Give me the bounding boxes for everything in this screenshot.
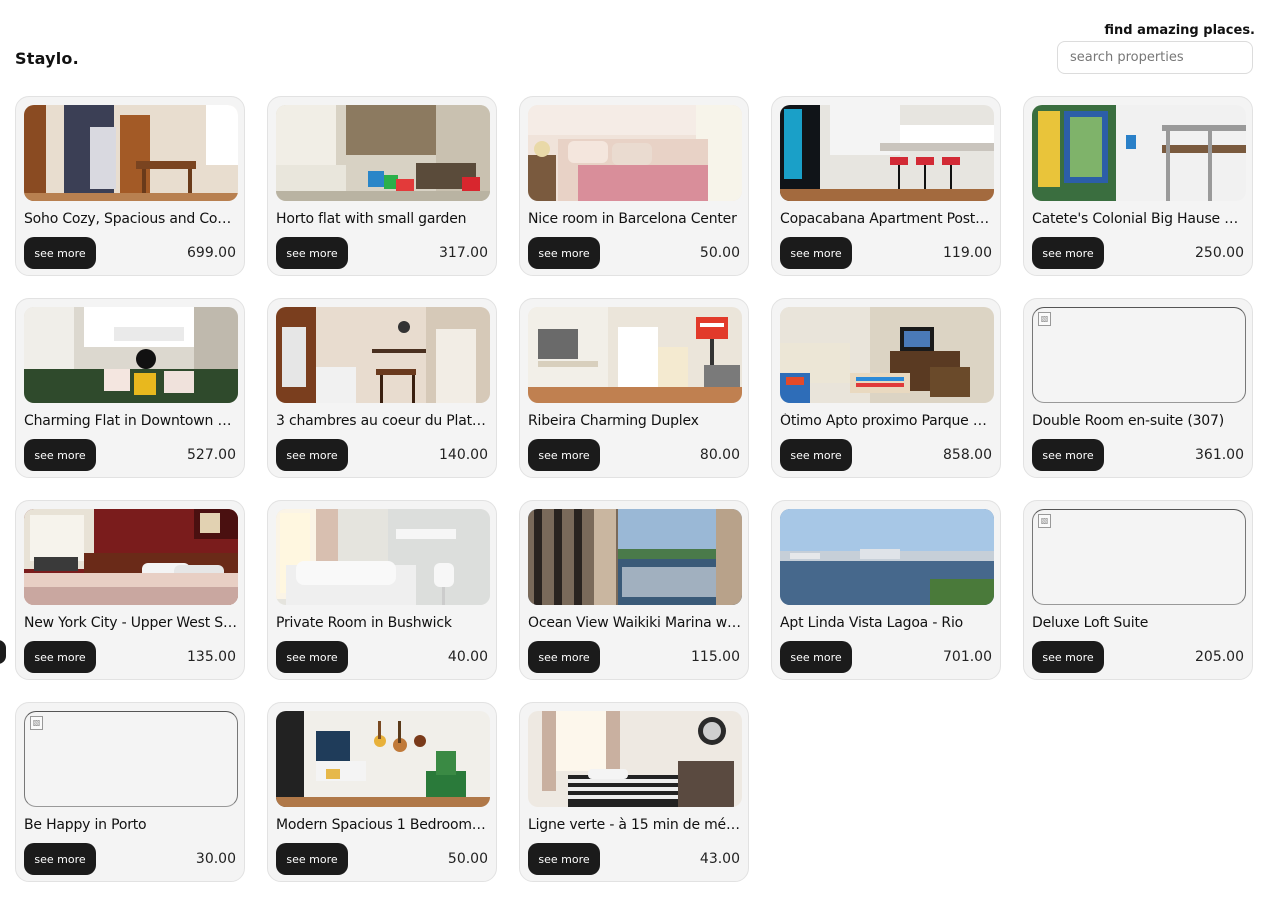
see-more-button[interactable]: see more [24,237,96,269]
listing-card[interactable]: New York City - Upper West Sid... see mor… [15,500,245,680]
listing-price: 701.00 [943,649,992,665]
listing-title: Charming Flat in Downtown Mo... [24,413,238,429]
see-more-button[interactable]: see more [24,843,96,875]
listing-price: 858.00 [943,447,992,463]
listing-card[interactable]: 3 chambres au coeur du Plateau see more 14… [267,298,497,478]
listing-photo[interactable] [24,105,238,201]
listing-title: New York City - Upper West Sid... [24,615,238,631]
listing-card[interactable]: Modern Spacious 1 Bedroom Loft see more 50… [267,702,497,882]
listing-title: Ligne verte - à 15 min de métro ... [528,817,742,833]
listing-price: 119.00 [943,245,992,261]
see-more-button[interactable]: see more [780,641,852,673]
listing-card[interactable]: ▧ Be Happy in Porto see more 30.00 [15,702,245,882]
listing-title: Horto flat with small garden [276,211,467,227]
listing-card[interactable]: Ribeira Charming Duplex see more 80.00 [519,298,749,478]
listing-card[interactable]: Ótimo Apto proximo Parque Oli... see more… [771,298,1001,478]
listing-title: Ribeira Charming Duplex [528,413,699,429]
listing-price: 317.00 [439,245,488,261]
listing-price: 50.00 [699,245,740,261]
listing-photo[interactable] [780,307,994,403]
listing-card[interactable]: Horto flat with small garden see more 317.… [267,96,497,276]
listing-title: Private Room in Bushwick [276,615,452,631]
broken-image-icon: ▧ [1032,509,1246,605]
listing-price: 40.00 [447,649,488,665]
listing-title: Deluxe Loft Suite [1032,615,1149,631]
tagline: find amazing places. [1104,23,1255,38]
listing-price: 30.00 [195,851,236,867]
listing-title: Ocean View Waikiki Marina w/p... [528,615,742,631]
side-panel-toggle[interactable] [0,640,6,664]
listing-card[interactable]: Copacabana Apartment Posto 6 see more 119.… [771,96,1001,276]
listing-price: 250.00 [1195,245,1244,261]
listing-card[interactable]: ▧ Deluxe Loft Suite see more 205.00 [1023,500,1253,680]
listing-card[interactable]: ▧ Double Room en-suite (307) see more 361.0… [1023,298,1253,478]
see-more-button[interactable]: see more [528,843,600,875]
listing-price: 527.00 [187,447,236,463]
listing-price: 699.00 [187,245,236,261]
listing-price: 361.00 [1195,447,1244,463]
listing-photo[interactable] [24,307,238,403]
listing-title: Apt Linda Vista Lagoa - Rio [780,615,963,631]
listing-card[interactable]: Charming Flat in Downtown Mo... see more 5… [15,298,245,478]
listing-title: Double Room en-suite (307) [1032,413,1224,429]
listing-card[interactable]: Ligne verte - à 15 min de métro ... see m… [519,702,749,882]
listing-price: 135.00 [187,649,236,665]
brand-logo[interactable]: Staylo. [15,49,79,68]
listing-price: 80.00 [699,447,740,463]
listing-photo[interactable] [528,307,742,403]
see-more-button[interactable]: see more [276,439,348,471]
listing-photo[interactable] [1032,105,1246,201]
listing-photo[interactable] [780,105,994,201]
see-more-button[interactable]: see more [276,641,348,673]
see-more-button[interactable]: see more [24,641,96,673]
broken-image-icon: ▧ [24,711,238,807]
listing-card[interactable]: Nice room in Barcelona Center see more 50.… [519,96,749,276]
listing-title: Ótimo Apto proximo Parque Oli... [780,413,994,429]
listing-photo[interactable] [276,711,490,807]
see-more-button[interactable]: see more [1032,439,1104,471]
see-more-button[interactable]: see more [780,439,852,471]
see-more-button[interactable]: see more [1032,237,1104,269]
listing-title: Copacabana Apartment Posto 6 [780,211,994,227]
listing-title: Modern Spacious 1 Bedroom Loft [276,817,490,833]
listing-title: Catete's Colonial Big Hause Roo... [1032,211,1246,227]
listing-price: 205.00 [1195,649,1244,665]
listing-photo[interactable] [780,509,994,605]
see-more-button[interactable]: see more [528,641,600,673]
broken-image-icon: ▧ [1032,307,1246,403]
see-more-button[interactable]: see more [528,439,600,471]
listing-price: 50.00 [447,851,488,867]
see-more-button[interactable]: see more [780,237,852,269]
listing-price: 140.00 [439,447,488,463]
listing-card[interactable]: Apt Linda Vista Lagoa - Rio see more 701.0… [771,500,1001,680]
listing-price: 43.00 [699,851,740,867]
listing-photo[interactable] [276,307,490,403]
listing-photo[interactable] [528,711,742,807]
listing-title: Be Happy in Porto [24,817,147,833]
listing-card[interactable]: Ocean View Waikiki Marina w/p... see more… [519,500,749,680]
listing-price: 115.00 [691,649,740,665]
listing-photo[interactable] [528,509,742,605]
listing-photo[interactable] [276,509,490,605]
listing-photo[interactable] [24,509,238,605]
listing-title: Soho Cozy, Spacious and Conve... [24,211,238,227]
listing-photo[interactable] [528,105,742,201]
listing-card[interactable]: Catete's Colonial Big Hause Roo... see mo… [1023,96,1253,276]
listing-title: 3 chambres au coeur du Plateau [276,413,490,429]
see-more-button[interactable]: see more [276,237,348,269]
listing-title: Nice room in Barcelona Center [528,211,737,227]
see-more-button[interactable]: see more [1032,641,1104,673]
listing-card[interactable]: Soho Cozy, Spacious and Conve... see more… [15,96,245,276]
listing-photo[interactable] [276,105,490,201]
search-input[interactable] [1057,41,1253,74]
listing-card[interactable]: Private Room in Bushwick see more 40.00 [267,500,497,680]
see-more-button[interactable]: see more [528,237,600,269]
see-more-button[interactable]: see more [24,439,96,471]
see-more-button[interactable]: see more [276,843,348,875]
